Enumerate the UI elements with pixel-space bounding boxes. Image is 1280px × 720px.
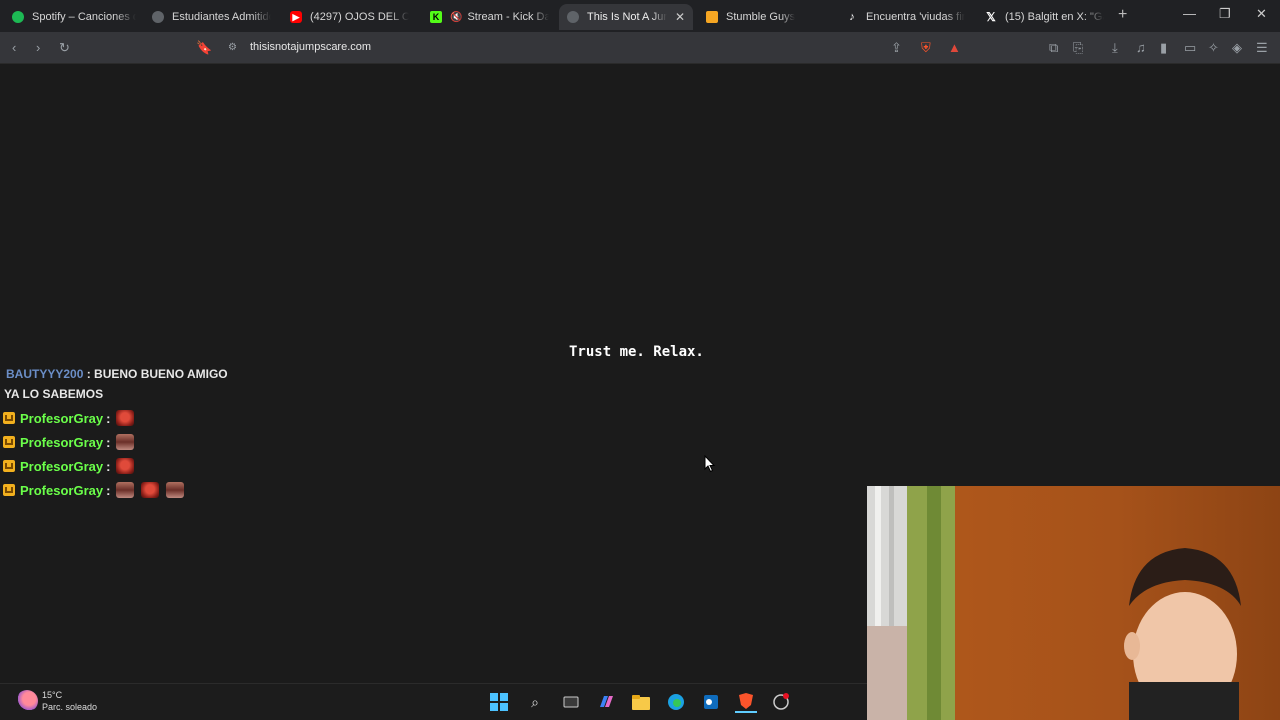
chat-username: ProfesorGray [20, 482, 104, 498]
chat-separator: : [106, 410, 111, 426]
webcam-overlay [867, 486, 1280, 720]
tab-label: Stream - Kick Dashb [467, 11, 549, 23]
edge-icon[interactable] [665, 691, 687, 713]
browser-toolbar: ‹ › ↻ 🔖 ⚙ thisisnotajumpscare.com ⇪ ⛨ ▲ … [0, 32, 1280, 64]
page-message: Trust me. Relax. [569, 344, 704, 360]
wallet-icon[interactable]: ▭ [1184, 40, 1196, 56]
vpn-icon[interactable]: ◈ [1232, 40, 1242, 56]
extensions-icon[interactable]: ⧉ [1049, 40, 1058, 56]
tab-estudiantes[interactable]: Estudiantes Admitidos - [144, 4, 279, 30]
back-icon[interactable]: ‹ [12, 40, 16, 56]
crown-badge-icon [3, 484, 15, 496]
download-icon[interactable]: ⤓ [1112, 40, 1118, 56]
spotify-icon [12, 11, 24, 23]
weather-temp: 15°C [42, 690, 63, 700]
x-icon: 𝕏 [986, 10, 996, 24]
webcam-feed-image [867, 486, 1280, 720]
tab-stumble[interactable]: Stumble Guys [698, 4, 833, 30]
tab-label: Encuentra 'viudas fin de [866, 11, 965, 23]
tab-label: Stumble Guys [726, 11, 796, 23]
tab-spotify[interactable]: Spotify – Canciones que [4, 4, 144, 30]
translate-icon[interactable]: ⎘ [1073, 40, 1083, 56]
tab-tiktok[interactable]: ♪ Encuentra 'viudas fin de [838, 4, 973, 30]
copilot-icon[interactable] [595, 691, 617, 713]
chat-username: ProfesorGray [20, 434, 104, 450]
tiktok-icon: ♪ [849, 11, 855, 23]
emote-icon [116, 458, 135, 474]
brave-shields-icon[interactable]: ⛨ [921, 40, 931, 56]
stumble-icon [706, 11, 718, 23]
tab-strip: Spotify – Canciones que Estudiantes Admi… [0, 0, 1280, 32]
emote-icon [141, 482, 160, 498]
media-icon[interactable]: ♫ [1136, 40, 1146, 56]
crown-badge-icon [3, 412, 15, 424]
kick-icon: K [430, 11, 442, 23]
muted-icon[interactable]: 🔇 [450, 12, 462, 23]
chat-message: BAUTYYY200 : BUENO BUENO AMIGO [6, 367, 228, 381]
chat-username: ProfesorGray [20, 410, 104, 426]
forward-icon[interactable]: › [36, 40, 40, 56]
tab-kick[interactable]: K 🔇 Stream - Kick Dashb [422, 4, 557, 30]
weather-icon [16, 690, 38, 712]
close-tab-icon[interactable]: ✕ [675, 10, 685, 24]
tab-active-jumpscare[interactable]: This Is Not A Jump ✕ [559, 4, 693, 30]
reload-icon[interactable]: ↻ [59, 40, 70, 56]
share-icon[interactable]: ⇪ [891, 40, 902, 56]
youtube-icon: ▶ [290, 11, 302, 23]
weather-desc: Parc. soleado [42, 702, 98, 712]
chat-message: ProfesorGray : [3, 481, 191, 499]
emote-icon [116, 482, 135, 498]
brave-browser-icon[interactable] [735, 691, 757, 713]
site-info-icon[interactable]: ⚙ [228, 40, 237, 56]
chat-text: : BUENO BUENO AMIGO [86, 367, 228, 381]
minimize-icon[interactable]: — [1183, 6, 1196, 21]
chat-separator: : [106, 434, 111, 450]
emote-icon [166, 482, 185, 498]
chat-message: ProfesorGray : [3, 457, 141, 475]
tab-label: Estudiantes Admitidos - [172, 11, 271, 23]
emote-icon [116, 410, 135, 426]
globe-icon [152, 11, 164, 23]
weather-widget[interactable]: 15°C Parc. soleado [16, 689, 97, 713]
tab-label: This Is Not A Jump [587, 11, 667, 23]
emote-icon [116, 434, 135, 450]
chat-separator: : [106, 482, 111, 498]
file-explorer-icon[interactable] [630, 691, 652, 713]
close-window-icon[interactable]: ✕ [1256, 6, 1267, 22]
restore-icon[interactable]: ❐ [1219, 6, 1231, 22]
leo-ai-icon[interactable]: ✧ [1208, 40, 1219, 56]
search-icon[interactable]: ⌕ [524, 691, 546, 713]
brave-rewards-icon[interactable]: ▲ [948, 40, 961, 56]
globe-icon [567, 11, 579, 23]
app-icon[interactable] [770, 691, 792, 713]
chat-message: ProfesorGray : [3, 409, 141, 427]
bookmark-icon[interactable]: 🔖 [196, 40, 212, 56]
tab-label: (15) Balgitt en X: "Garal [1005, 11, 1104, 23]
tab-x[interactable]: 𝕏 (15) Balgitt en X: "Garal [977, 4, 1112, 30]
crown-badge-icon [3, 460, 15, 472]
tab-label: Spotify – Canciones que [32, 11, 136, 23]
chat-message: ProfesorGray : [3, 433, 141, 451]
chat-text-continued: YA LO SABEMOS [4, 387, 104, 401]
chat-username: ProfesorGray [20, 458, 104, 474]
windows-start-icon[interactable] [488, 691, 510, 713]
chat-username: BAUTYYY200 [6, 367, 84, 381]
tab-youtube[interactable]: ▶ (4297) OJOS DEL CIELO [282, 4, 417, 30]
address-bar[interactable]: thisisnotajumpscare.com [250, 41, 371, 53]
crown-badge-icon [3, 436, 15, 448]
mouse-cursor-icon [704, 455, 716, 473]
tab-label: (4297) OJOS DEL CIELO [310, 11, 409, 23]
task-view-icon[interactable] [560, 691, 582, 713]
chat-separator: : [106, 458, 111, 474]
menu-icon[interactable]: ☰ [1256, 40, 1268, 56]
new-tab-icon[interactable]: + [1118, 6, 1127, 24]
outlook-icon[interactable] [700, 691, 722, 713]
sidebar-icon[interactable]: ▮ [1160, 40, 1167, 56]
